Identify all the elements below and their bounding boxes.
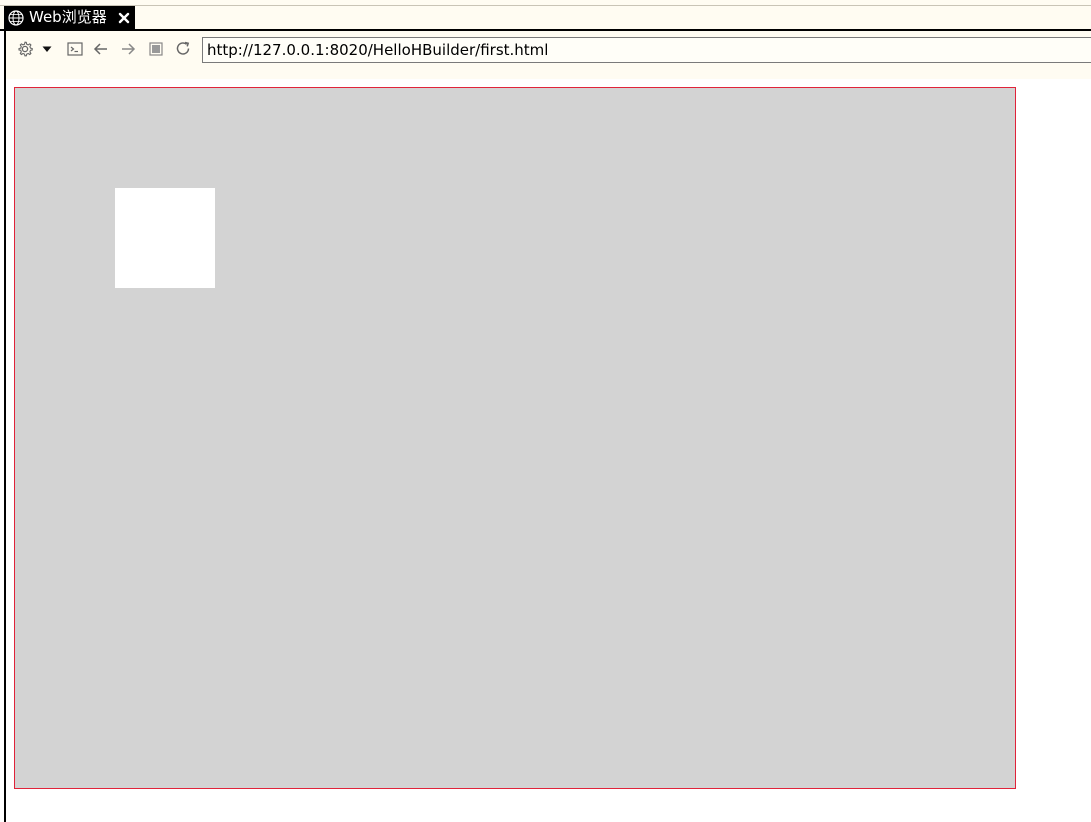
- tab-web-browser[interactable]: Web浏览器: [4, 6, 135, 29]
- tab-bar: Web浏览器: [0, 6, 1091, 31]
- inner-white-box: [115, 188, 215, 288]
- back-arrow-icon[interactable]: [92, 40, 110, 58]
- stop-icon[interactable]: [147, 40, 165, 58]
- url-input[interactable]: http://127.0.0.1:8020/HelloHBuilder/firs…: [202, 37, 1091, 63]
- dropdown-arrow-icon[interactable]: [38, 40, 56, 58]
- console-icon[interactable]: [66, 40, 84, 58]
- close-icon[interactable]: [117, 10, 131, 24]
- gear-icon[interactable]: [16, 40, 34, 58]
- outer-gray-box: [14, 87, 1016, 789]
- forward-arrow-icon[interactable]: [119, 40, 137, 58]
- tab-title: Web浏览器: [29, 8, 107, 26]
- browser-window: Web浏览器 http://127.0.0.1:8020/HelloHBuild…: [0, 0, 1091, 822]
- browser-toolbar: http://127.0.0.1:8020/HelloHBuilder/firs…: [6, 31, 1091, 79]
- globe-icon: [8, 9, 24, 26]
- page-content: [6, 79, 1091, 822]
- refresh-icon[interactable]: [174, 40, 192, 58]
